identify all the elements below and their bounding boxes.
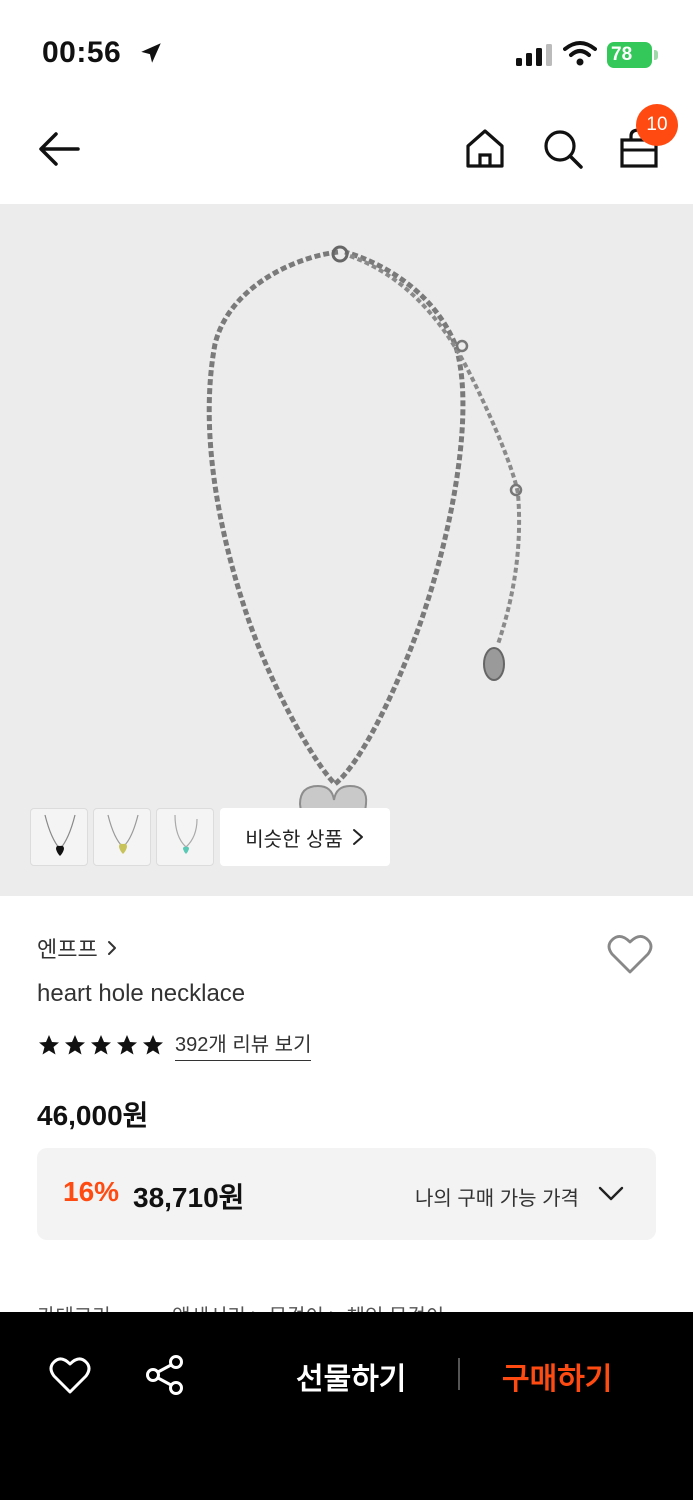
battery-icon: 78 xyxy=(607,42,658,68)
share-icon[interactable] xyxy=(144,1354,186,1396)
rating-row: 392개 리뷰 보기 xyxy=(37,1028,312,1061)
battery-cap xyxy=(654,50,658,60)
battery-level: 78 xyxy=(611,44,633,65)
product-name: heart hole necklace xyxy=(37,980,246,1007)
mint-heart-necklace-thumb xyxy=(174,814,198,854)
divider xyxy=(458,1358,460,1390)
chevron-right-icon xyxy=(352,829,363,845)
arrow-left-icon[interactable] xyxy=(34,126,84,172)
location-arrow-icon xyxy=(141,43,161,63)
wifi-icon xyxy=(563,41,597,66)
black-heart-necklace-thumb xyxy=(44,814,76,856)
rating-stars xyxy=(37,1033,165,1057)
similar-products-label: 비슷한 상품 xyxy=(245,828,343,851)
status-time: 00:56 xyxy=(42,36,122,69)
necklace-illustration xyxy=(206,245,523,866)
star-icon xyxy=(65,1034,85,1054)
my-price-dropdown[interactable]: 16% 38,710원 나의 구매 가능 가격 xyxy=(37,1148,656,1240)
chevron-right-icon xyxy=(107,941,116,955)
yellow-heart-necklace-thumb xyxy=(107,814,139,854)
top-nav-bar xyxy=(0,100,693,204)
brand-name: 엔프프 xyxy=(37,937,98,962)
home-icon[interactable] xyxy=(462,126,508,172)
discount-price: 38,710원 xyxy=(133,1182,245,1213)
discount-percent: 16% xyxy=(63,1176,120,1207)
chevron-down-icon xyxy=(598,1186,624,1201)
cart-count-badge: 10 xyxy=(636,104,678,146)
thumbnail-yellow-heart[interactable] xyxy=(93,808,151,866)
buy-button[interactable]: 구매하기 xyxy=(502,1354,612,1398)
bottom-action-bar: 선물하기 구매하기 xyxy=(0,1312,693,1500)
similar-products-button[interactable]: 비슷한 상품 xyxy=(220,808,390,866)
star-icon xyxy=(117,1034,137,1054)
search-icon[interactable] xyxy=(540,126,586,172)
review-link[interactable]: 392개 리뷰 보기 xyxy=(175,1028,312,1061)
star-icon xyxy=(39,1034,59,1054)
status-bar: 00:56 78 xyxy=(0,0,693,100)
thumbnail-black-heart[interactable] xyxy=(30,808,88,866)
original-price: 46,000원 xyxy=(37,1100,149,1131)
heart-outline-icon[interactable] xyxy=(606,932,654,976)
heart-outline-icon[interactable] xyxy=(48,1354,92,1396)
my-price-label: 나의 구매 가능 가격 xyxy=(415,1188,579,1210)
thumbnail-mint-heart[interactable] xyxy=(156,808,214,866)
brand-link[interactable]: 엔프프 xyxy=(37,932,118,964)
star-icon xyxy=(143,1034,163,1054)
star-icon xyxy=(91,1034,111,1054)
gift-button[interactable]: 선물하기 xyxy=(296,1354,406,1398)
cellular-signal-icon xyxy=(516,44,552,66)
product-image[interactable]: 비슷한 상품 xyxy=(0,204,693,896)
